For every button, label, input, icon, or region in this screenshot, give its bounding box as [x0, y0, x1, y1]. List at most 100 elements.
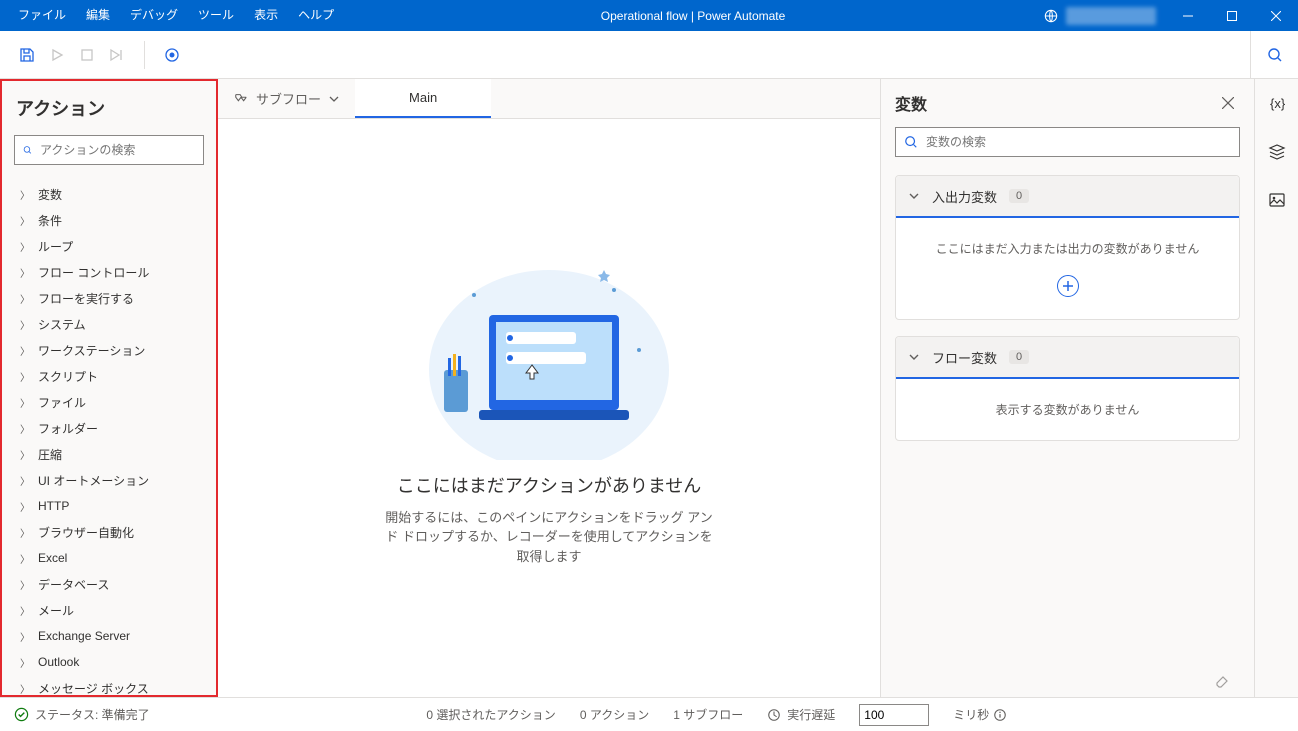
actions-search-input[interactable]	[40, 143, 195, 157]
clock-icon	[767, 708, 781, 722]
io-variables-section: 入出力変数 0 ここにはまだ入力または出力の変数がありません	[895, 175, 1240, 320]
chevron-right-icon: 〉	[20, 187, 34, 202]
io-variables-empty-text: ここにはまだ入力または出力の変数がありません	[936, 240, 1200, 257]
menu-debug[interactable]: デバッグ	[120, 0, 188, 31]
subflows-count: 1 サブフロー	[673, 706, 743, 723]
menu-view[interactable]: 表示	[244, 0, 288, 31]
action-category[interactable]: 〉メール	[2, 597, 216, 623]
action-category[interactable]: 〉ワークステーション	[2, 337, 216, 363]
actions-count: 0 アクション	[580, 706, 649, 723]
action-category-label: ループ	[38, 238, 73, 255]
chevron-right-icon: 〉	[20, 499, 34, 514]
action-category-label: メール	[38, 602, 74, 619]
flow-variables-count: 0	[1009, 350, 1029, 364]
toolbar-search-button[interactable]	[1250, 31, 1298, 79]
eraser-icon[interactable]	[1214, 672, 1230, 688]
chevron-down-icon	[908, 351, 920, 363]
action-category[interactable]: 〉スクリプト	[2, 363, 216, 389]
status-ok-icon	[14, 707, 29, 722]
action-category[interactable]: 〉メッセージ ボックス	[2, 675, 216, 695]
environment-name[interactable]	[1066, 7, 1156, 25]
rail-images-button[interactable]	[1262, 185, 1292, 215]
action-category[interactable]: 〉フォルダー	[2, 415, 216, 441]
chevron-right-icon: 〉	[20, 343, 34, 358]
io-variables-count: 0	[1009, 189, 1029, 203]
close-button[interactable]	[1254, 0, 1298, 31]
chevron-right-icon: 〉	[20, 603, 34, 618]
action-category[interactable]: 〉変数	[2, 181, 216, 207]
action-category[interactable]: 〉システム	[2, 311, 216, 337]
action-category-label: システム	[38, 316, 86, 333]
chevron-down-icon	[908, 190, 920, 202]
action-category[interactable]: 〉データベース	[2, 571, 216, 597]
step-button[interactable]	[102, 31, 132, 79]
action-category[interactable]: 〉ファイル	[2, 389, 216, 415]
rail-variables-button[interactable]: {x}	[1262, 89, 1292, 119]
action-category-label: Exchange Server	[38, 629, 130, 643]
chevron-right-icon: 〉	[20, 655, 34, 670]
recorder-button[interactable]	[157, 31, 187, 79]
tab-main[interactable]: Main	[355, 79, 491, 118]
stop-button[interactable]	[72, 31, 102, 79]
maximize-button[interactable]	[1210, 0, 1254, 31]
chevron-right-icon: 〉	[20, 369, 34, 384]
io-variables-header[interactable]: 入出力変数 0	[896, 176, 1239, 218]
menu-help[interactable]: ヘルプ	[288, 0, 344, 31]
chevron-right-icon: 〉	[20, 265, 34, 280]
action-category[interactable]: 〉Excel	[2, 545, 216, 571]
menu-tools[interactable]: ツール	[188, 0, 244, 31]
subflows-label: サブフロー	[256, 89, 321, 108]
menu-bar: ファイル 編集 デバッグ ツール 表示 ヘルプ	[0, 0, 344, 31]
action-category[interactable]: 〉フローを実行する	[2, 285, 216, 311]
flow-variables-header[interactable]: フロー変数 0	[896, 337, 1239, 379]
chevron-right-icon: 〉	[20, 447, 34, 462]
action-category-label: ファイル	[38, 394, 86, 411]
action-category[interactable]: 〉HTTP	[2, 493, 216, 519]
subflows-dropdown[interactable]: サブフロー	[218, 79, 355, 118]
action-category[interactable]: 〉Outlook	[2, 649, 216, 675]
action-category[interactable]: 〉圧縮	[2, 441, 216, 467]
flow-variables-title: フロー変数	[932, 348, 997, 367]
canvas-empty-subtitle: 開始するには、このペインにアクションをドラッグ アンド ドロップするか、レコーダ…	[379, 508, 719, 567]
action-category-label: データベース	[38, 576, 109, 593]
run-button[interactable]	[42, 31, 72, 79]
empty-illustration	[414, 250, 684, 460]
flow-variables-empty-text: 表示する変数がありません	[996, 401, 1140, 418]
variables-search-box[interactable]	[895, 127, 1240, 157]
variables-search-input[interactable]	[926, 135, 1231, 149]
rail-ui-elements-button[interactable]	[1262, 137, 1292, 167]
chevron-right-icon: 〉	[20, 421, 34, 436]
action-category-label: Excel	[38, 551, 67, 565]
action-category-label: フォルダー	[38, 420, 98, 437]
action-category-label: フローを実行する	[38, 290, 134, 307]
action-category[interactable]: 〉フロー コントロール	[2, 259, 216, 285]
chevron-right-icon: 〉	[20, 395, 34, 410]
actions-search-box[interactable]	[14, 135, 204, 165]
add-io-variable-button[interactable]	[1057, 275, 1079, 297]
info-icon[interactable]	[993, 708, 1007, 722]
delay-input[interactable]	[859, 704, 929, 726]
action-category[interactable]: 〉UI オートメーション	[2, 467, 216, 493]
canvas-empty-state[interactable]: ここにはまだアクションがありません 開始するには、このペインにアクションをドラッ…	[218, 119, 880, 697]
title-bar-right	[1042, 0, 1298, 31]
menu-file[interactable]: ファイル	[8, 0, 76, 31]
variables-panel-close[interactable]	[1216, 91, 1240, 115]
status-text: ステータス: 準備完了	[35, 706, 150, 723]
canvas-empty-title: ここにはまだアクションがありません	[397, 472, 702, 498]
menu-edit[interactable]: 編集	[76, 0, 120, 31]
action-category[interactable]: 〉条件	[2, 207, 216, 233]
variables-panel: 変数 入出力変数 0 ここにはまだ入力または出力の変数がありません	[880, 79, 1254, 697]
right-rail: {x}	[1254, 79, 1298, 697]
delay-unit: ミリ秒	[953, 706, 989, 723]
actions-category-list: 〉変数〉条件〉ループ〉フロー コントロール〉フローを実行する〉システム〉ワークス…	[2, 173, 216, 695]
action-category-label: 条件	[38, 212, 62, 229]
action-category[interactable]: 〉Exchange Server	[2, 623, 216, 649]
minimize-button[interactable]	[1166, 0, 1210, 31]
title-bar: ファイル 編集 デバッグ ツール 表示 ヘルプ Operational flow…	[0, 0, 1298, 31]
search-icon	[23, 143, 32, 157]
action-category[interactable]: 〉ループ	[2, 233, 216, 259]
chevron-right-icon: 〉	[20, 317, 34, 332]
action-category-label: UI オートメーション	[38, 472, 149, 489]
action-category[interactable]: 〉ブラウザー自動化	[2, 519, 216, 545]
save-button[interactable]	[12, 31, 42, 79]
